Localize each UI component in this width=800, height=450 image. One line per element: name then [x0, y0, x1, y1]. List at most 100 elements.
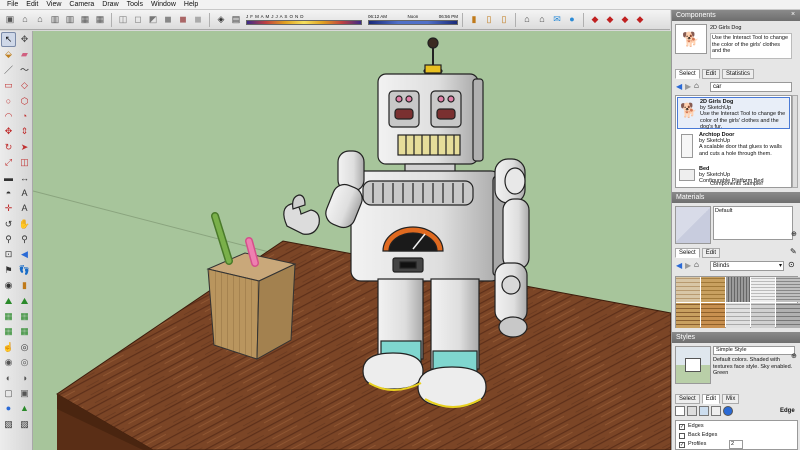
warehouse-icon[interactable]: ⌂: [520, 13, 534, 27]
shadow-toggle-icon[interactable]: ◈: [214, 13, 228, 27]
shaded-textures-icon[interactable]: ◼: [176, 13, 190, 27]
shadow-month-slider[interactable]: J F M A M J J A S O N D: [246, 14, 362, 26]
line-icon[interactable]: ／: [1, 63, 16, 78]
list-scrollbar[interactable]: [792, 95, 798, 188]
forward-arrow-icon[interactable]: ▶: [685, 261, 691, 270]
xray-icon[interactable]: ◫: [116, 13, 130, 27]
material-library-select[interactable]: Blinds ▾: [710, 261, 784, 271]
menu-camera[interactable]: Camera: [65, 0, 98, 10]
home-icon[interactable]: ⌂: [694, 81, 699, 90]
iso-view-icon[interactable]: ▣: [3, 13, 17, 27]
material-swatch[interactable]: [751, 303, 775, 328]
tape-measure-icon[interactable]: ▬: [1, 171, 16, 186]
tab-select[interactable]: Select: [675, 394, 700, 404]
back-view-icon[interactable]: ▦: [78, 13, 92, 27]
create-material-icon[interactable]: ⊕: [791, 230, 797, 238]
polygon-icon[interactable]: ⬡: [17, 94, 32, 109]
measure-icon[interactable]: ◎: [17, 340, 32, 355]
tab-mix[interactable]: Mix: [722, 394, 740, 404]
details-icon[interactable]: ⊙: [788, 260, 795, 269]
menu-tools[interactable]: Tools: [123, 0, 147, 10]
monochrome-icon[interactable]: ◼: [191, 13, 205, 27]
section-display-icon[interactable]: ▯: [482, 13, 496, 27]
ruby-icon[interactable]: ◆: [588, 13, 602, 27]
solid-union-icon[interactable]: ◉: [1, 355, 16, 370]
tab-select[interactable]: Select: [675, 248, 700, 258]
hidden-line-icon[interactable]: ◩: [146, 13, 160, 27]
rotate-icon[interactable]: ↻: [1, 140, 16, 155]
plugin-icon[interactable]: ◆: [633, 13, 647, 27]
component-options-icon[interactable]: ▣: [17, 386, 32, 401]
list-item[interactable]: Archtop Door by SketchUp A scalable door…: [677, 131, 790, 163]
tab-edit[interactable]: Edit: [701, 248, 721, 258]
material-swatch[interactable]: [751, 277, 775, 302]
section-plane-icon[interactable]: ▮: [467, 13, 481, 27]
paint-bucket-icon[interactable]: ⬙: [1, 47, 16, 62]
back-edges-checkbox[interactable]: [679, 432, 685, 439]
material-name-field[interactable]: Default: [713, 206, 793, 240]
face-settings-icon[interactable]: [687, 406, 697, 416]
watermark-settings-icon[interactable]: [711, 406, 721, 416]
modeling-settings-icon[interactable]: [723, 406, 733, 416]
styles-title[interactable]: Styles: [672, 332, 800, 343]
zoom-extents-icon[interactable]: ⊡: [1, 247, 16, 262]
section-cut-icon[interactable]: ▯: [497, 13, 511, 27]
share-model-icon[interactable]: ⌂: [535, 13, 549, 27]
solid-subtract-icon[interactable]: ◎: [17, 355, 32, 370]
arc-icon[interactable]: ◠: [1, 109, 16, 124]
scale-icon[interactable]: ⤢: [1, 155, 16, 170]
material-swatch[interactable]: [726, 303, 750, 328]
tab-select[interactable]: Select: [675, 69, 700, 79]
material-swatch[interactable]: [776, 277, 800, 302]
photo-match-icon[interactable]: ▧: [1, 417, 16, 432]
tab-edit[interactable]: Edit: [701, 394, 721, 404]
flip-edge-icon[interactable]: ▦: [17, 324, 32, 339]
shadow-settings-icon[interactable]: ▤: [229, 13, 243, 27]
zoom-window-icon[interactable]: ⚲: [17, 232, 32, 247]
protractor-icon[interactable]: ◓: [1, 186, 16, 201]
right-view-icon[interactable]: ▥: [63, 13, 77, 27]
solid-split-icon[interactable]: ◑: [17, 371, 32, 386]
extension-warehouse-icon[interactable]: ✉: [550, 13, 564, 27]
menu-file[interactable]: File: [3, 0, 22, 10]
material-swatch[interactable]: [701, 303, 725, 328]
components-title[interactable]: Components: [672, 10, 800, 21]
background-settings-icon[interactable]: [699, 406, 709, 416]
position-camera-icon[interactable]: ⚑: [1, 263, 16, 278]
extension-manager-icon[interactable]: ◆: [618, 13, 632, 27]
interact-icon[interactable]: ☝: [1, 340, 16, 355]
list-item[interactable]: 🐕 2D Girls Dog by SketchUp Use the Inter…: [677, 97, 790, 129]
zoom-icon[interactable]: ⚲: [1, 232, 16, 247]
material-swatch[interactable]: [701, 277, 725, 302]
edges-checkbox[interactable]: ✓: [679, 423, 685, 430]
follow-me-icon[interactable]: ➤: [17, 140, 32, 155]
materials-title[interactable]: Materials: [672, 192, 800, 203]
rectangle-icon[interactable]: ▭: [1, 78, 16, 93]
dynamic-component-icon[interactable]: ▢: [1, 386, 16, 401]
menu-edit[interactable]: Edit: [22, 0, 42, 10]
smoove-icon[interactable]: ⛰: [17, 294, 32, 309]
pie-icon[interactable]: ◔: [17, 109, 32, 124]
sandbox-icon[interactable]: ⛰: [1, 294, 16, 309]
rotated-rectangle-icon[interactable]: ◇: [17, 78, 32, 93]
left-view-icon[interactable]: ▦: [93, 13, 107, 27]
advanced-camera-icon[interactable]: ▨: [17, 417, 32, 432]
home-icon[interactable]: ⌂: [694, 260, 699, 269]
menu-draw[interactable]: Draw: [98, 0, 122, 10]
terrain-icon[interactable]: ▲: [17, 401, 32, 416]
forward-arrow-icon[interactable]: ▶: [685, 82, 691, 91]
material-swatch[interactable]: [676, 303, 700, 328]
stamp-icon[interactable]: ▦: [1, 309, 16, 324]
google-earth-icon[interactable]: ●: [1, 401, 16, 416]
menu-window[interactable]: Window: [147, 0, 180, 10]
make-component-icon[interactable]: ✥: [17, 32, 32, 47]
menu-help[interactable]: Help: [180, 0, 202, 10]
offset-icon[interactable]: ◫: [17, 155, 32, 170]
axes-icon[interactable]: ✛: [1, 201, 16, 216]
circle-icon[interactable]: ○: [1, 94, 16, 109]
add-detail-icon[interactable]: ▦: [1, 324, 16, 339]
front-view-icon[interactable]: ▥: [48, 13, 62, 27]
month-track[interactable]: [246, 19, 362, 25]
shaded-icon[interactable]: ◼: [161, 13, 175, 27]
model-viewport[interactable]: [33, 31, 671, 450]
